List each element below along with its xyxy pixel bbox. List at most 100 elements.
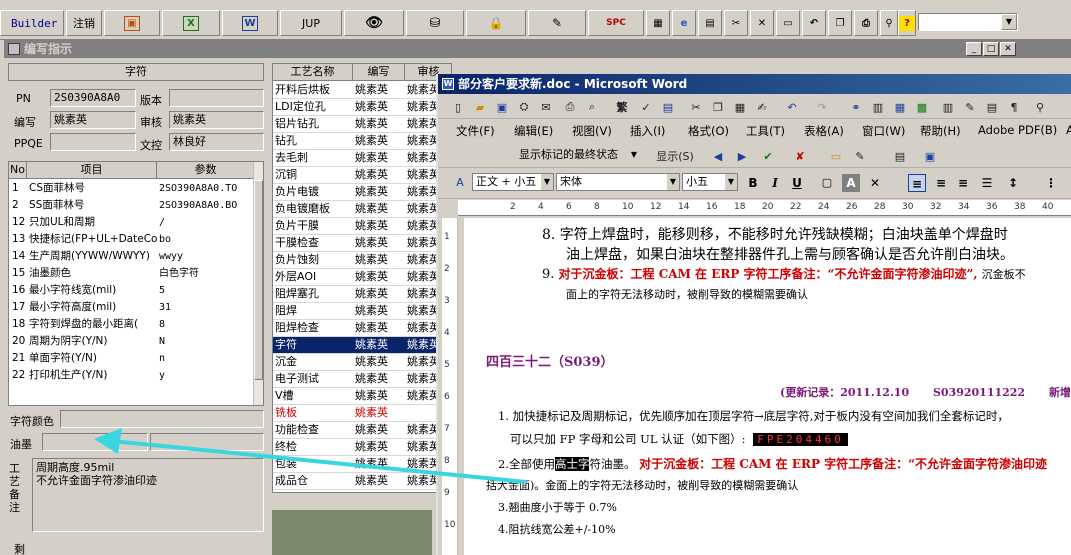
char-border-icon[interactable]: ▢ (818, 174, 836, 192)
database-button[interactable]: ⛁ (406, 10, 464, 36)
horizontal-ruler[interactable]: 2 4 6 8 10 12 14 16 18 20 22 24 26 28 30 32 34 36 38 40 (458, 200, 1071, 216)
prev-change-icon[interactable]: ◀ (710, 148, 726, 164)
delete-button[interactable]: ✕ (750, 10, 774, 36)
version-field[interactable] (169, 89, 264, 107)
chevron-down-icon[interactable]: ▼ (725, 174, 737, 190)
undo-button[interactable]: ↶ (802, 10, 826, 36)
grid-row[interactable]: 16 最小字符线宽(mil) 5 (9, 282, 255, 299)
process-row[interactable]: 外层AOI 姚素英 姚素英 (273, 269, 451, 286)
maximize-button[interactable]: □ (983, 42, 999, 56)
char-scaling-icon[interactable]: ✕ (866, 174, 884, 192)
ppt-button[interactable]: ▣ (104, 10, 160, 36)
insert-excel-icon[interactable]: ▩ (914, 99, 930, 115)
columns-icon[interactable]: ▥ (940, 99, 956, 115)
process-row[interactable]: 功能检查 姚素英 姚素英 (273, 422, 451, 439)
reject-change-icon[interactable]: ✘ (792, 148, 808, 164)
permission-icon[interactable]: ⛭ (516, 99, 532, 115)
process-row[interactable]: 沉金 姚素英 姚素英 (273, 354, 451, 371)
email-icon[interactable]: ✉ (538, 99, 554, 115)
grid-row[interactable]: 20 周期为阴字(Y/N) N (9, 333, 255, 350)
process-row[interactable]: 终检 姚素英 姚素英 (273, 439, 451, 456)
author-field[interactable]: 姚素英 (50, 111, 136, 129)
insert-table-icon[interactable]: ▦ (892, 99, 908, 115)
char-shading-icon[interactable]: A (842, 174, 860, 192)
process-row[interactable]: 阻焊塞孔 姚素英 姚素英 (273, 286, 451, 303)
find-button[interactable]: ⚲ (880, 10, 898, 36)
spc-button[interactable]: SPC (588, 10, 644, 36)
style-combo[interactable]: 正文 + 小五 ▼ (472, 173, 554, 191)
process-row[interactable]: 负片干膜 姚素英 姚素英 (273, 218, 451, 235)
process-row[interactable]: 干膜检查 姚素英 姚素英 (273, 235, 451, 252)
ink-field-2[interactable] (150, 433, 264, 451)
word-menu-item[interactable]: 帮助(H) (920, 123, 961, 139)
hyperlink-icon[interactable]: ⚭ (848, 99, 864, 115)
highlight-icon[interactable]: ✎ (852, 148, 868, 164)
align-left-icon[interactable]: ≡ (908, 174, 926, 192)
process-row[interactable]: 沉铜 姚素英 姚素英 (273, 167, 451, 184)
lock-button[interactable]: 🔒 (466, 10, 526, 36)
word-menu-item[interactable]: 工具(T) (746, 123, 785, 139)
control-field[interactable]: 林良好 (169, 133, 264, 151)
pn-field[interactable]: 2S0390A8A0 (50, 89, 136, 107)
word-menu-item[interactable]: 视图(V) (572, 123, 612, 139)
calc-button[interactable]: ▦ (646, 10, 670, 36)
process-row[interactable]: 成品仓 姚素英 姚素英 (273, 473, 451, 490)
remarks-textarea[interactable]: 周期高度.95mil 不允许金面字符渗油印迹 (32, 458, 264, 532)
styles-icon[interactable]: A (452, 174, 468, 190)
underline-button[interactable]: U (788, 174, 806, 192)
char-color-field[interactable] (60, 410, 264, 428)
process-row[interactable]: 开料后烘板 姚素英 姚素英 (273, 82, 451, 99)
ppqe-field[interactable] (50, 133, 136, 151)
word-menu-item[interactable]: Adobe PDF(B) (978, 123, 1057, 137)
process-row[interactable]: 铝片钻孔 姚素英 姚素英 (273, 116, 451, 133)
scrollbar-thumb[interactable] (254, 180, 263, 380)
process-row[interactable]: V槽 姚素英 姚素英 (273, 388, 451, 405)
grid-row[interactable]: 13 快捷标记(FP+UL+DateCo bo (9, 231, 255, 248)
process-row[interactable]: 包装 姚素英 姚素英 (273, 456, 451, 473)
grid-row[interactable]: 14 生产周期(YYWW/WWYY) wwyy (9, 248, 255, 265)
word-menu-item[interactable]: 窗口(W) (862, 123, 905, 139)
process-row[interactable]: 去毛刺 姚素英 姚素英 (273, 150, 451, 167)
process-row[interactable]: 铣板 姚素英 (273, 405, 451, 422)
view-button[interactable]: 👁 (344, 10, 404, 36)
tables-borders-icon[interactable]: ▥ (870, 99, 886, 115)
save-icon[interactable]: ▣ (494, 99, 510, 115)
align-center-icon[interactable]: ≡ (932, 174, 950, 192)
copy-button[interactable]: ❐ (828, 10, 852, 36)
new-doc-icon[interactable]: ▯ (450, 99, 466, 115)
undo-icon[interactable]: ↶ (784, 99, 800, 115)
word-menu-item[interactable]: A (1066, 123, 1071, 137)
grid-row[interactable]: 12 只加UL和周期 / (9, 214, 255, 231)
drawing-icon[interactable]: ✎ (962, 99, 978, 115)
ie-button[interactable]: e (672, 10, 696, 36)
align-right-icon[interactable]: ≡ (954, 174, 972, 192)
grid-row[interactable]: 21 单面字符(Y/N) n (9, 350, 255, 367)
print-preview-icon[interactable]: ⌕ (584, 99, 600, 115)
word-menu-item[interactable]: 格式(O) (688, 123, 729, 139)
grid-row[interactable]: 17 最小字符高度(mil) 31 (9, 299, 255, 316)
bold-button[interactable]: B (744, 174, 762, 192)
process-row[interactable]: 阻焊 姚素英 姚素英 (273, 303, 451, 320)
process-row[interactable]: LDI定位孔 姚素英 姚素英 (273, 99, 451, 116)
chevron-down-icon[interactable]: ▼ (541, 174, 553, 190)
grid-header-no[interactable]: No (9, 162, 27, 179)
word-menu-item[interactable]: 文件(F) (456, 123, 495, 139)
italic-button[interactable]: I (766, 174, 784, 192)
show-menu-button[interactable]: 显示(S) (650, 148, 700, 164)
track-changes-icon[interactable]: ▤ (892, 148, 908, 164)
reviewing-pane-icon[interactable]: ▣ (922, 148, 938, 164)
grid-row[interactable]: 1 CS面菲林号 2SO390A8A0.TO (9, 180, 255, 197)
doc-map-icon[interactable]: ▤ (984, 99, 1000, 115)
grid-row[interactable]: 2 SS面菲林号 2SO390A8A0.BO (9, 197, 255, 214)
word-menu-item[interactable]: 编辑(E) (514, 123, 553, 139)
word-menu-item[interactable]: 表格(A) (804, 123, 844, 139)
process-row[interactable]: 阻焊检查 姚素英 姚素英 (273, 320, 451, 337)
word-button[interactable]: W (222, 10, 278, 36)
font-combo[interactable]: 宋体 ▼ (556, 173, 680, 191)
chevron-down-icon[interactable]: ▼ (1001, 14, 1017, 30)
grid-header-item[interactable]: 项目 (27, 162, 157, 179)
copy-icon[interactable]: ❐ (710, 99, 726, 115)
document-page[interactable]: 8. 字符上焊盘时，能移则移，不能移时允许残缺模糊；白油块盖单个焊盘时 油上焊盘… (464, 218, 1071, 555)
save-button[interactable]: ▭ (776, 10, 800, 36)
size-combo[interactable]: 小五 ▼ (682, 173, 738, 191)
